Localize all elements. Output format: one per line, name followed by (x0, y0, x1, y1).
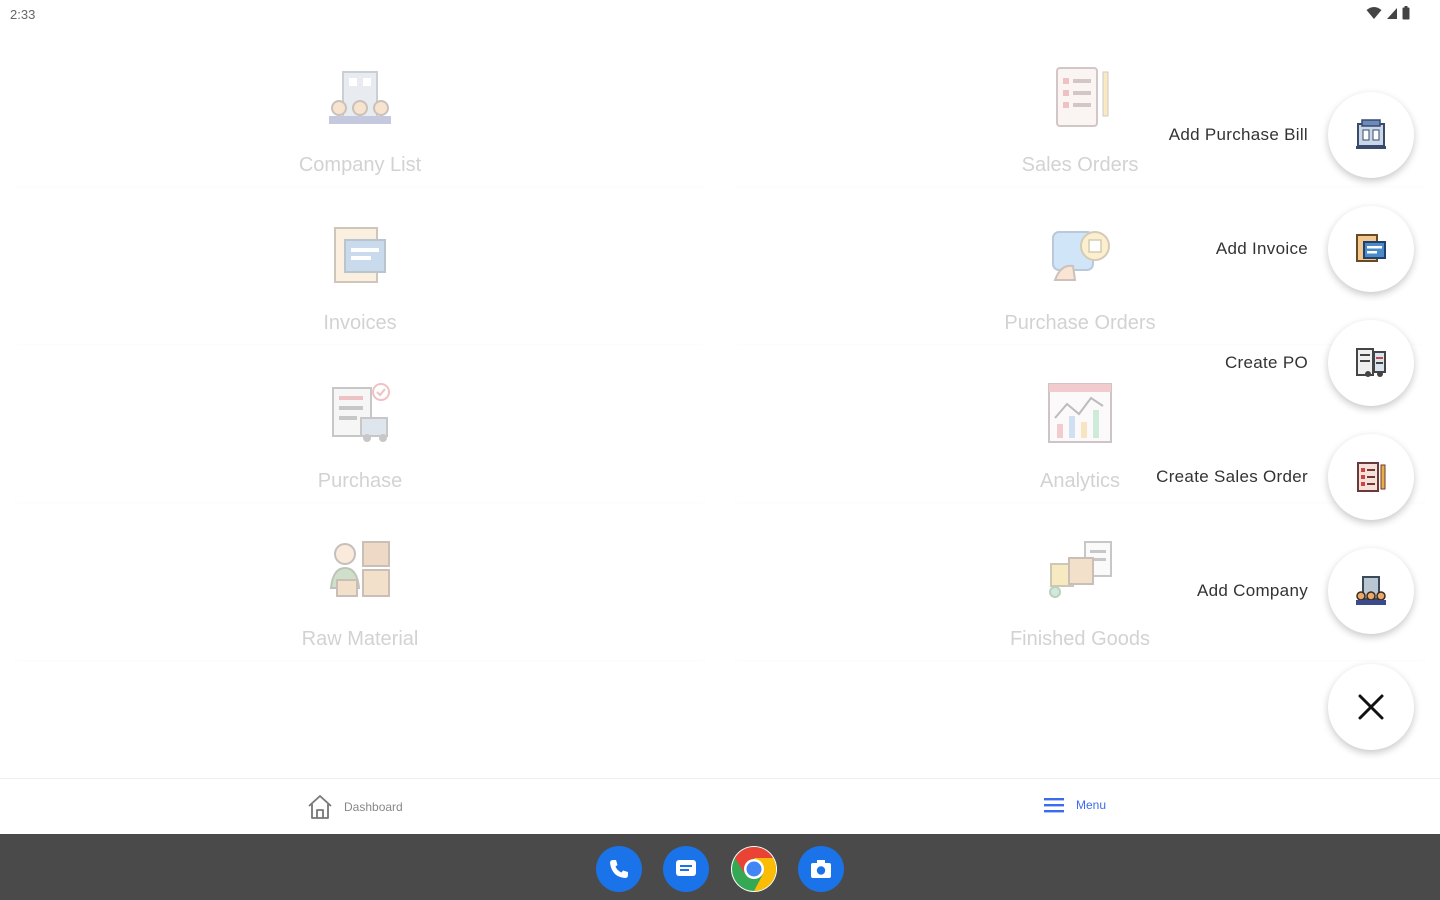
add-company-button[interactable] (1328, 548, 1414, 634)
status-icons (1366, 6, 1410, 20)
dock-messages[interactable] (663, 846, 709, 892)
system-taskbar (0, 834, 1440, 900)
fab-label[interactable]: Create PO (1225, 353, 1308, 373)
menu-icon (1044, 798, 1064, 813)
company-icon (1356, 576, 1386, 605)
card-invoices[interactable]: Invoices (12, 206, 708, 344)
purchase-orders-icon (1052, 231, 1110, 281)
card-raw-material[interactable]: Raw Material (12, 522, 708, 660)
card-label: Company List (298, 154, 422, 176)
nav-label-menu: Menu (1076, 798, 1107, 812)
nav-item-dashboard[interactable]: Dashboard (306, 793, 403, 821)
camera-icon (811, 860, 831, 878)
dock-chrome[interactable] (731, 846, 777, 892)
add-purchase-bill-button[interactable] (1328, 92, 1414, 178)
fab-label[interactable]: Add Company (1197, 581, 1308, 601)
fab-item-create-sales-order[interactable]: Create Sales Order (1156, 434, 1414, 520)
create-po-button[interactable] (1328, 320, 1414, 406)
fab-label[interactable]: Add Invoice (1216, 239, 1308, 259)
card-label: Raw Material (301, 628, 419, 650)
fab-close-row[interactable] (1328, 664, 1414, 750)
invoices-icon (334, 227, 386, 283)
phone-icon (610, 860, 628, 878)
sales-order-icon (1357, 462, 1386, 492)
messages-icon (676, 860, 696, 876)
nav-label-dashboard: Dashboard (344, 800, 403, 814)
nav-item-menu[interactable]: Menu (1042, 793, 1106, 817)
raw-material-icon (329, 541, 390, 597)
fab-item-add-purchase-bill[interactable]: Add Purchase Bill (1169, 92, 1414, 178)
dock-phone[interactable] (596, 846, 642, 892)
sales-orders-icon (1056, 67, 1109, 127)
purchase-order-icon (1356, 348, 1386, 377)
card-label: Sales Orders (1021, 154, 1139, 176)
fab-item-add-invoice[interactable]: Add Invoice (1216, 206, 1414, 292)
battery-icon (1402, 6, 1410, 20)
create-sales-order-button[interactable] (1328, 434, 1414, 520)
purchase-bill-icon (1356, 119, 1386, 149)
signal-icon (1387, 8, 1397, 19)
card-label: Analytics (1039, 470, 1121, 492)
chrome-icon (732, 847, 776, 891)
status-bar: 2:33 (0, 0, 1440, 30)
add-invoice-button[interactable] (1328, 206, 1414, 292)
card-label: Purchase (317, 470, 403, 492)
screen: 2:33 Company List Sales Orders Invoices … (0, 0, 1440, 900)
card-label: Purchase Orders (1004, 312, 1156, 334)
bottom-nav: Dashboard Menu (0, 778, 1440, 834)
finished-goods-icon (1049, 541, 1112, 598)
invoice-icon (1356, 234, 1386, 262)
card-label: Finished Goods (1009, 628, 1151, 650)
company-list-icon (329, 71, 391, 124)
fab-item-create-po[interactable]: Create PO (1225, 320, 1414, 406)
analytics-icon (1048, 383, 1112, 443)
card-company-list[interactable]: Company List (12, 48, 708, 186)
fab-label[interactable]: Add Purchase Bill (1169, 125, 1308, 145)
close-icon (1358, 694, 1384, 720)
fab-label[interactable]: Create Sales Order (1156, 467, 1308, 487)
card-purchase[interactable]: Purchase (12, 364, 708, 502)
purchase-icon (332, 383, 390, 442)
status-time: 2:33 (10, 7, 36, 22)
fab-close-button[interactable] (1328, 664, 1414, 750)
fab-item-add-company[interactable]: Add Company (1197, 548, 1414, 634)
home-icon (308, 795, 332, 819)
card-label: Invoices (323, 312, 397, 334)
wifi-icon (1366, 7, 1382, 19)
dock-camera[interactable] (798, 846, 844, 892)
